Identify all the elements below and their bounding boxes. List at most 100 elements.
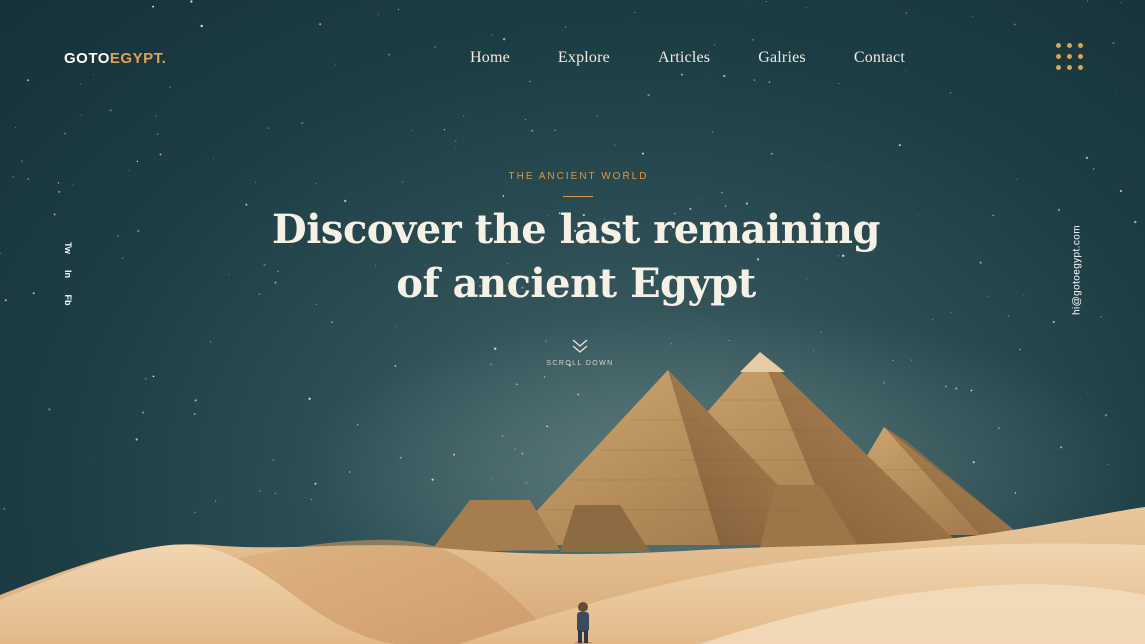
star: [531, 129, 534, 132]
star: [454, 147, 456, 148]
star: [310, 498, 313, 501]
star: [525, 481, 528, 484]
star: [1052, 320, 1055, 324]
star: [577, 393, 580, 396]
star: [1107, 464, 1110, 466]
star: [80, 83, 82, 85]
star: [48, 408, 51, 411]
star: [64, 132, 66, 135]
star: [708, 73, 710, 75]
star: [970, 389, 973, 392]
star: [514, 448, 516, 450]
star: [765, 0, 767, 3]
star: [910, 359, 912, 361]
star: [259, 490, 261, 492]
nav-item-explore[interactable]: Explore: [558, 49, 610, 67]
headline-line-2: of ancient Egypt: [396, 260, 756, 307]
star: [159, 153, 162, 156]
star: [398, 8, 400, 11]
nav-item-home[interactable]: Home: [470, 49, 510, 67]
star: [144, 377, 147, 380]
star: [723, 74, 726, 78]
star: [1100, 316, 1102, 318]
main-nav: Home Explore Articles Galries Contact: [470, 49, 905, 67]
star: [388, 53, 391, 56]
logo-text-main: GOTO: [64, 50, 110, 67]
star: [698, 199, 700, 201]
star: [905, 12, 908, 14]
double-chevron-down-icon: [572, 339, 588, 353]
star: [998, 427, 1000, 429]
star: [1119, 190, 1122, 192]
star: [319, 23, 322, 26]
star: [634, 11, 636, 14]
star: [135, 438, 138, 441]
star: [1115, 91, 1117, 93]
star: [681, 73, 683, 76]
star: [26, 79, 29, 82]
grid-dots-icon[interactable]: [1056, 43, 1085, 72]
star: [356, 424, 359, 426]
star: [931, 318, 934, 321]
star: [193, 413, 196, 415]
star: [14, 127, 16, 129]
star: [768, 81, 771, 83]
star: [493, 347, 497, 350]
star: [641, 152, 644, 155]
star: [315, 182, 317, 185]
star: [614, 144, 616, 146]
star: [200, 24, 203, 28]
hero-section: GOTOEGYPT. Home Explore Articles Galries…: [0, 0, 1145, 644]
star: [752, 39, 754, 41]
star: [213, 157, 214, 159]
star: [502, 37, 506, 41]
star: [1014, 492, 1017, 494]
star: [169, 86, 171, 88]
star: [711, 131, 714, 134]
star: [491, 34, 493, 36]
nav-item-contact[interactable]: Contact: [854, 49, 905, 67]
scroll-down-button[interactable]: SCROLL DOWN: [540, 338, 620, 367]
star: [1087, 392, 1089, 394]
star: [152, 5, 155, 8]
eyebrow-divider: [563, 196, 593, 197]
star: [272, 458, 275, 461]
headline-line-1: Discover the last remaining: [272, 206, 880, 253]
star: [546, 425, 549, 428]
star: [194, 511, 196, 514]
star: [1008, 315, 1010, 317]
star: [305, 496, 306, 498]
star: [142, 411, 145, 414]
star: [770, 152, 773, 155]
star: [502, 195, 505, 197]
star: [267, 127, 270, 129]
star: [394, 327, 396, 329]
star: [1104, 414, 1108, 417]
star: [524, 119, 527, 121]
site-logo[interactable]: GOTOEGYPT.: [64, 50, 166, 67]
star: [713, 44, 716, 46]
star: [344, 199, 347, 203]
star: [156, 133, 159, 136]
star: [529, 80, 531, 83]
star: [72, 184, 74, 186]
star: [521, 452, 524, 455]
star: [394, 365, 397, 367]
star: [950, 312, 952, 313]
star: [274, 492, 276, 494]
star: [1120, 2, 1122, 4]
star: [453, 453, 456, 456]
star: [210, 341, 212, 343]
star: [670, 342, 673, 345]
star: [454, 140, 457, 142]
star: [904, 70, 906, 72]
star: [806, 7, 808, 9]
star: [58, 191, 60, 193]
star: [1112, 42, 1115, 45]
star: [154, 115, 157, 118]
star: [194, 399, 197, 402]
nav-item-articles[interactable]: Articles: [658, 49, 710, 67]
nav-item-galries[interactable]: Galries: [758, 49, 806, 67]
star: [1019, 348, 1021, 351]
star: [949, 92, 952, 94]
